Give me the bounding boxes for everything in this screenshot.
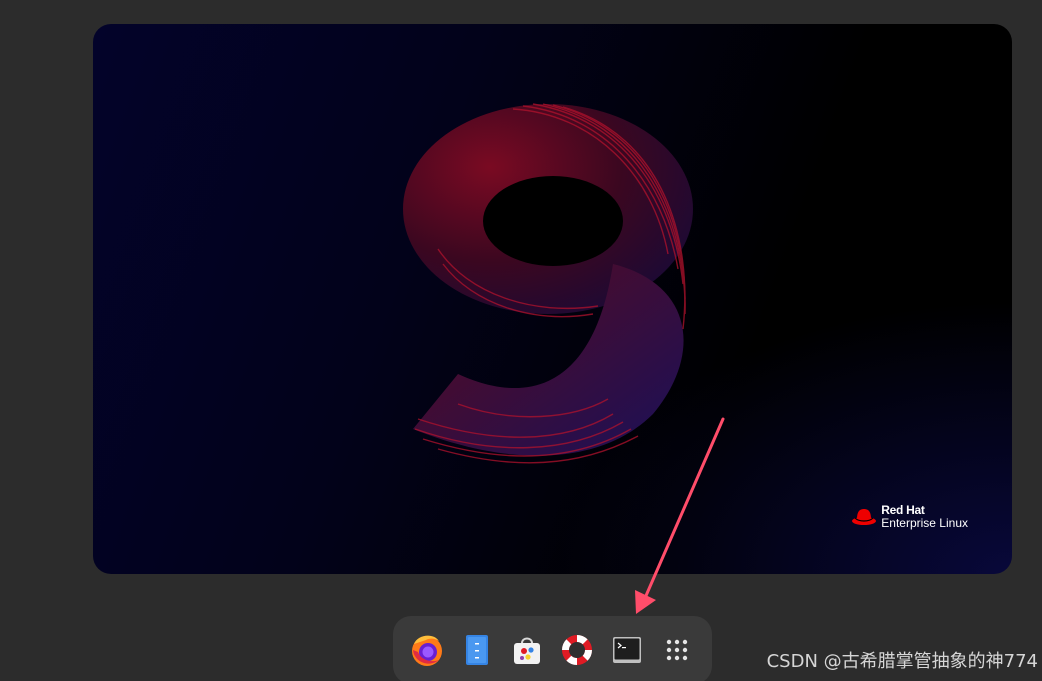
redhat-brand: Red Hat Enterprise Linux (851, 504, 968, 530)
software-launcher[interactable] (505, 628, 549, 672)
show-applications-button[interactable] (655, 628, 699, 672)
terminal-launcher[interactable] (605, 628, 649, 672)
brand-product: Enterprise Linux (881, 516, 968, 530)
rhel-9-numeral-icon (403, 103, 693, 464)
software-icon (514, 637, 540, 664)
files-launcher[interactable] (455, 628, 499, 672)
firefox-launcher[interactable] (405, 628, 449, 672)
app-grid-icon (666, 639, 688, 661)
terminal-icon (613, 637, 641, 663)
help-icon (562, 635, 592, 665)
files-icon (466, 635, 488, 665)
help-launcher[interactable] (555, 628, 599, 672)
firefox-icon (412, 635, 442, 666)
workspace-thumbnail[interactable]: Red Hat Enterprise Linux (93, 24, 1012, 574)
desktop: Red Hat Enterprise Linux CSDN @古希腊掌管抽象的神… (0, 0, 1042, 681)
watermark: CSDN @古希腊掌管抽象的神774 (766, 651, 1038, 672)
redhat-fedora-icon (852, 509, 877, 525)
dash (393, 616, 712, 681)
